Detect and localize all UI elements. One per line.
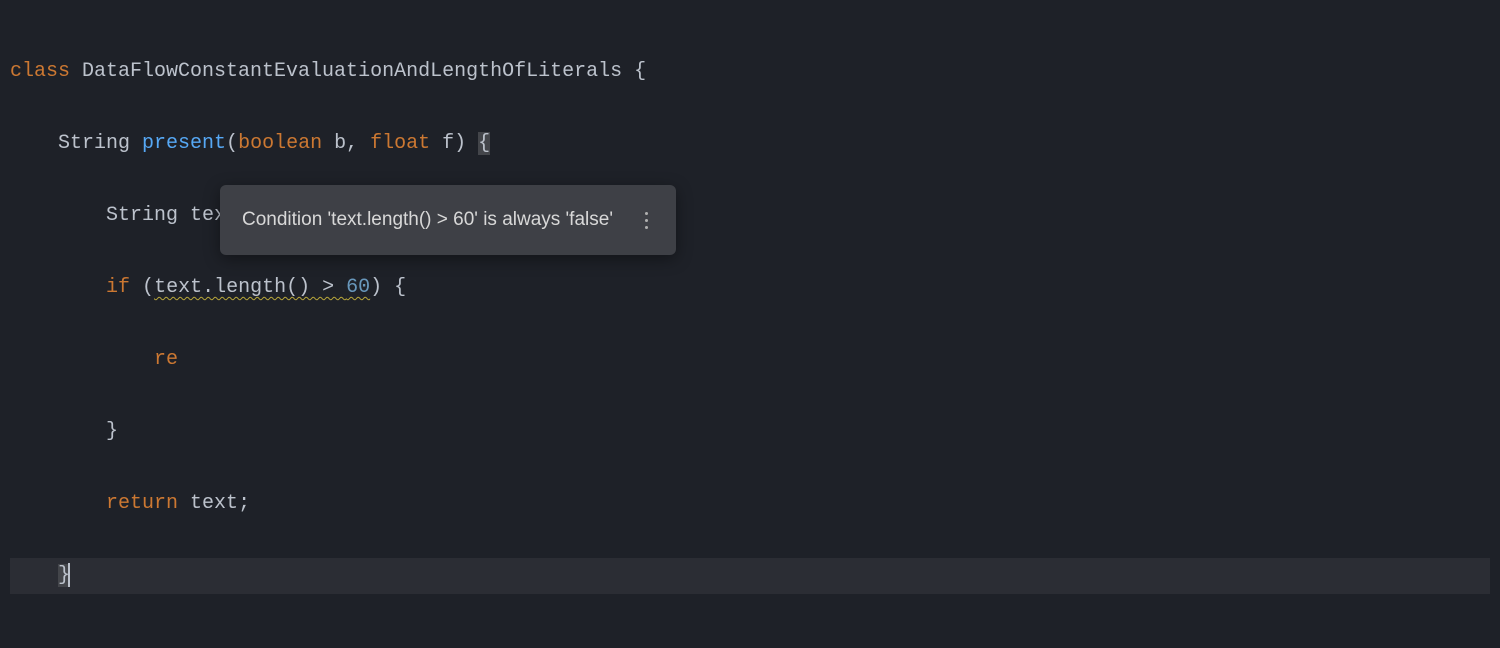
semicolon: ;: [238, 492, 250, 515]
warning-expression[interactable]: text.length() >: [154, 276, 346, 299]
code-line: String present(boolean b, float f) {: [10, 126, 1490, 162]
more-actions-icon[interactable]: [643, 210, 650, 231]
keyword-if: if: [106, 276, 130, 299]
code-line: if (text.length() > 60) {: [10, 270, 1490, 306]
brace-open: {: [634, 60, 646, 83]
paren-open: (: [142, 276, 154, 299]
brace-open-highlighted: {: [478, 132, 490, 155]
var-ref: text: [190, 492, 238, 515]
code-line: return text;: [10, 486, 1490, 522]
paren-open: (: [226, 132, 238, 155]
indent: [10, 564, 58, 587]
keyword-partial: re: [154, 348, 178, 371]
code-editor[interactable]: class DataFlowConstantEvaluationAndLengt…: [0, 0, 1500, 648]
space: [178, 492, 190, 515]
return-type: String: [58, 132, 142, 155]
param-type: float: [370, 132, 430, 155]
inspection-tooltip[interactable]: Condition 'text.length() > 60' is always…: [220, 185, 676, 255]
comma: ,: [346, 132, 370, 155]
space: [382, 276, 394, 299]
code-line-current: }: [10, 558, 1490, 594]
brace-open: {: [394, 276, 406, 299]
indent: [10, 492, 106, 515]
keyword-class: class: [10, 60, 70, 83]
class-name-text: DataFlowConstantEvaluationAndLengthOfLit…: [70, 60, 634, 83]
indent: [10, 276, 106, 299]
paren-close: ): [370, 276, 382, 299]
param-name: b: [322, 132, 346, 155]
indent: [10, 132, 58, 155]
keyword-return: return: [106, 492, 178, 515]
method-name: present: [142, 132, 226, 155]
tooltip-message: Condition 'text.length() > 60' is always…: [242, 203, 613, 237]
param-name: f: [430, 132, 454, 155]
number-literal[interactable]: 60: [346, 276, 370, 299]
code-line: re: [10, 342, 1490, 378]
indent: [10, 204, 106, 227]
indent: [10, 348, 154, 371]
code-line: }: [10, 414, 1490, 450]
brace-close: }: [106, 420, 118, 443]
param-type: boolean: [238, 132, 322, 155]
indent: [10, 420, 106, 443]
text-cursor: [68, 563, 70, 587]
code-line: class DataFlowConstantEvaluationAndLengt…: [10, 54, 1490, 90]
paren-close: ): [454, 132, 478, 155]
space: [130, 276, 142, 299]
